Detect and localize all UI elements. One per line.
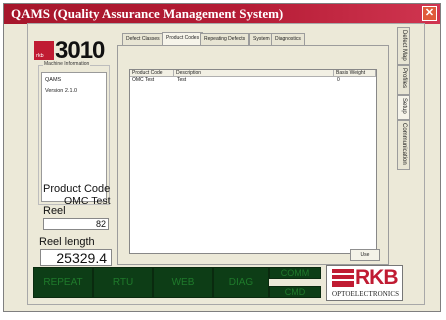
comm-indicator[interactable]: COMM	[269, 267, 321, 279]
diag-button[interactable]: DIAG	[213, 267, 269, 298]
cell-product-code: OMC Test	[132, 77, 155, 83]
web-button[interactable]: WEB	[153, 267, 213, 298]
reel-value: 82	[43, 218, 109, 230]
side-tab-communication[interactable]: Communication	[397, 120, 410, 170]
rkb-logo: RKB OPTOELECTRONICS	[326, 265, 403, 301]
tab-repeating-defects[interactable]: Repeating Defects	[200, 33, 250, 45]
rkb-subtitle: OPTOELECTRONICS	[332, 290, 400, 298]
product-codes-panel: Product Code Description Basis Weight OM…	[117, 45, 389, 265]
info-line: Version 2.1.0	[45, 88, 78, 94]
group-legend: Machine Information	[43, 61, 91, 67]
side-tab-profiles[interactable]: Profiles	[397, 65, 410, 95]
cmd-indicator[interactable]: CMD	[269, 286, 321, 298]
cell-description: Test	[177, 77, 187, 83]
cell-basis-weight: 0	[337, 77, 340, 83]
column-header-description[interactable]: Description	[174, 70, 334, 77]
window-title: QAMS (Quality Assurance Management Syste…	[11, 6, 284, 21]
tab-system[interactable]: System	[249, 33, 274, 45]
rkb-bars-icon	[332, 269, 354, 287]
tab-defect-classes[interactable]: Defect Classes	[122, 33, 164, 45]
product-code-label: Product Code	[43, 183, 111, 195]
tab-diagnostics[interactable]: Diagnostics	[271, 33, 305, 45]
reel-length-label: Reel length	[39, 236, 95, 248]
logo-mark-icon: rkb	[34, 41, 54, 60]
title-bar[interactable]: QAMS (Quality Assurance Management Syste…	[4, 4, 440, 24]
column-header-basis-weight[interactable]: Basis Weight	[334, 70, 376, 77]
side-tab-setup[interactable]: Setup	[397, 95, 410, 120]
side-tab-defect-map[interactable]: Defect Map	[397, 27, 410, 65]
repeat-button[interactable]: REPEAT	[33, 267, 93, 298]
product-codes-list[interactable]: Product Code Description Basis Weight OM…	[129, 69, 377, 254]
tab-product-codes[interactable]: Product Codes	[162, 32, 204, 46]
use-button[interactable]: Use	[350, 249, 380, 261]
product-logo: rkb 3010	[34, 37, 112, 64]
close-button[interactable]: ✕	[422, 6, 437, 21]
reel-length-value: 25329.4	[40, 249, 112, 266]
info-line: QAMS	[45, 77, 62, 83]
rkb-brand-name: RKB	[355, 266, 398, 289]
column-header-product-code[interactable]: Product Code	[130, 70, 174, 77]
reel-label: Reel	[43, 205, 66, 217]
rtu-button[interactable]: RTU	[93, 267, 153, 298]
product-code-value: OMC Test	[64, 195, 111, 207]
